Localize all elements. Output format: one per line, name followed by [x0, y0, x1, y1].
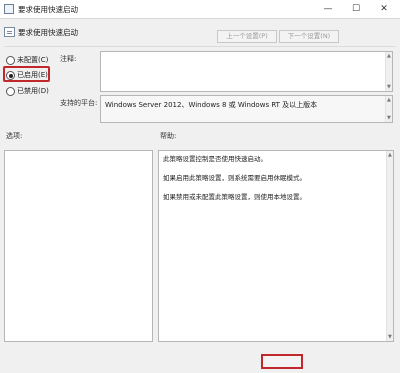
help-paragraph: 如果启用此策略设置，则系统需要启用休眠模式。	[163, 174, 306, 182]
scroll-down-icon[interactable]: ▼	[387, 115, 391, 121]
help-label: 帮助:	[160, 132, 177, 140]
policy-setting-icon	[4, 27, 15, 37]
minimize-button[interactable]: —	[314, 1, 342, 17]
supported-on-label: 支持的平台:	[60, 99, 98, 107]
radio-disabled[interactable]: 已禁用(D)	[6, 86, 66, 98]
scroll-down-icon[interactable]: ▼	[388, 334, 392, 340]
policy-name: 要求使用快速启动	[18, 28, 78, 37]
help-pane: 此策略设置控制是否使用快速启动。 如果启用此策略设置，则系统需要启用休眠模式。 …	[158, 150, 394, 342]
supported-scrollbar[interactable]: ▲ ▼	[385, 96, 392, 122]
next-setting-button[interactable]: 下一个设置(N)	[279, 30, 339, 43]
help-scrollbar[interactable]: ▲ ▼	[386, 151, 393, 341]
help-paragraph: 此策略设置控制是否使用快速启动。	[163, 155, 267, 163]
comment-label: 注释:	[60, 55, 77, 63]
scroll-up-icon[interactable]: ▲	[387, 97, 391, 103]
radio-button-icon[interactable]	[6, 56, 15, 65]
options-pane	[4, 150, 153, 342]
previous-setting-button[interactable]: 上一个设置(P)	[217, 30, 277, 43]
scroll-up-icon[interactable]: ▲	[387, 53, 391, 59]
radio-label: 未配置(C)	[17, 56, 49, 64]
scroll-up-icon[interactable]: ▲	[388, 152, 392, 158]
radio-enabled[interactable]: 已启用(E)	[6, 70, 66, 82]
policy-window-icon	[4, 4, 14, 14]
header-divider	[4, 46, 396, 47]
window-title: 要求使用快速启动	[18, 5, 78, 14]
close-button[interactable]: ✕	[370, 1, 398, 17]
comment-scrollbar[interactable]: ▲ ▼	[385, 52, 392, 91]
title-bar[interactable]: 要求使用快速启动 — ☐ ✕	[0, 0, 400, 18]
supported-on-field: Windows Server 2012、Windows 8 或 Windows …	[100, 95, 393, 123]
maximize-button[interactable]: ☐	[342, 1, 370, 17]
comment-textarea[interactable]: ▲ ▼	[100, 51, 393, 92]
ok-button[interactable]	[261, 354, 303, 369]
radio-label: 已启用(E)	[17, 71, 48, 79]
radio-label: 已禁用(D)	[17, 87, 49, 95]
help-paragraph: 如果禁用或未配置此策略设置，则使用本地设置。	[163, 193, 306, 201]
help-text: 此策略设置控制是否使用快速启动。 如果启用此策略设置，则系统需要启用休眠模式。 …	[163, 155, 373, 212]
options-label: 选项:	[6, 132, 23, 140]
supported-on-value: Windows Server 2012、Windows 8 或 Windows …	[105, 101, 318, 109]
scroll-down-icon[interactable]: ▼	[387, 84, 391, 90]
radio-selected-icon[interactable]	[6, 71, 15, 80]
radio-button-icon[interactable]	[6, 87, 15, 96]
